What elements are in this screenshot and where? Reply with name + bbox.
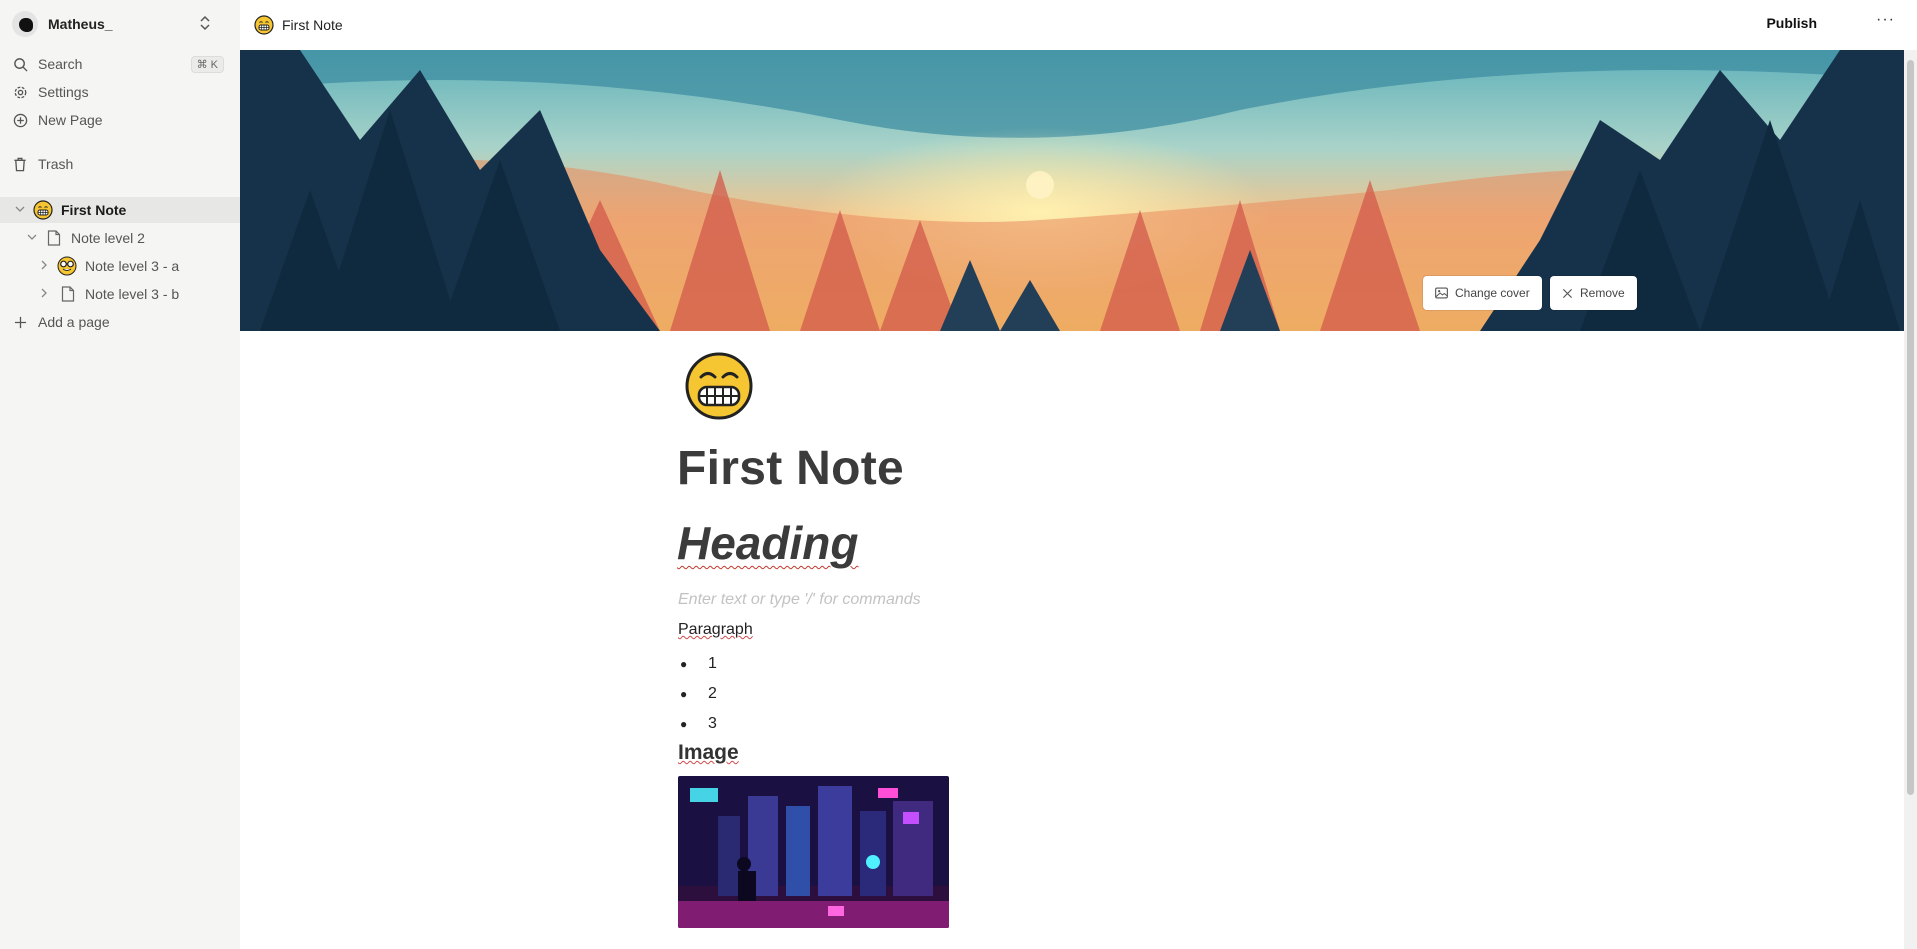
close-icon: [1562, 288, 1573, 298]
list-item-text: 3: [708, 715, 717, 732]
document-icon: [61, 286, 75, 302]
paragraph-block[interactable]: Paragraph: [678, 621, 753, 639]
add-page-button[interactable]: Add a page: [12, 310, 228, 334]
breadcrumb-title: First Note: [282, 17, 343, 33]
image-icon: [1435, 287, 1448, 299]
list-item-text: 1: [708, 655, 717, 672]
publish-button[interactable]: Publish: [1766, 15, 1817, 31]
cyberpunk-city-illustration: [678, 776, 949, 928]
plus-icon: [12, 314, 28, 330]
page-emoji-icon[interactable]: [684, 351, 754, 421]
chevron-down-icon[interactable]: [13, 205, 27, 216]
grinning-emoji-icon: [33, 200, 53, 220]
trash-button[interactable]: Trash: [12, 152, 228, 176]
cover-image: Change cover Remove: [240, 50, 1904, 331]
trash-label: Trash: [38, 156, 74, 172]
embedded-image[interactable]: [678, 776, 949, 928]
search-button[interactable]: Search ⌘ K: [12, 52, 228, 76]
breadcrumb[interactable]: First Note: [254, 15, 343, 35]
forest-sunset-illustration: [240, 50, 1904, 331]
scrollbar-thumb[interactable]: [1907, 60, 1914, 795]
scrollbar[interactable]: [1904, 50, 1917, 949]
chevron-right-icon[interactable]: [37, 260, 51, 273]
grinning-emoji-icon: [254, 15, 274, 35]
settings-label: Settings: [38, 84, 89, 100]
new-page-label: New Page: [38, 112, 103, 128]
more-options-button[interactable]: ···: [1876, 11, 1895, 29]
user-switcher[interactable]: Matheus_: [12, 10, 212, 38]
sidebar-item-label: Note level 3 - a: [85, 258, 180, 274]
nerd-face-emoji-icon: [57, 256, 77, 276]
plus-circle-icon: [12, 112, 28, 128]
remove-cover-label: Remove: [1580, 286, 1625, 300]
search-label: Search: [38, 56, 83, 72]
bullet-list: ● 1 ● 2 ● 3: [678, 649, 717, 739]
sidebar-item-note-level-2[interactable]: Note level 2: [0, 225, 240, 251]
sidebar-item-label: Note level 2: [71, 230, 145, 246]
sidebar-item-label: First Note: [61, 202, 127, 218]
trash-icon: [12, 156, 28, 172]
list-item[interactable]: ● 1: [678, 649, 717, 679]
chevron-up-down-icon: [198, 15, 212, 33]
remove-cover-button[interactable]: Remove: [1550, 276, 1637, 310]
sidebar-item-note-level-3-a[interactable]: Note level 3 - a: [0, 253, 240, 279]
list-item[interactable]: ● 3: [678, 709, 717, 739]
settings-button[interactable]: Settings: [12, 80, 228, 104]
image-heading-block[interactable]: Image: [678, 741, 739, 765]
user-name: Matheus_: [48, 16, 113, 32]
list-item-text: 2: [708, 685, 717, 702]
change-cover-button[interactable]: Change cover: [1423, 276, 1542, 310]
search-icon: [12, 56, 28, 72]
sidebar-item-label: Note level 3 - b: [85, 286, 180, 302]
search-shortcut: ⌘ K: [190, 55, 224, 73]
sidebar: Matheus_ Search ⌘ K Settings New Page Tr…: [0, 0, 240, 949]
document-icon: [47, 230, 61, 246]
list-item[interactable]: ● 2: [678, 679, 717, 709]
sidebar-item-note-level-3-b[interactable]: Note level 3 - b: [0, 281, 240, 307]
chevron-down-icon[interactable]: [25, 233, 39, 244]
topbar: First Note Publish ···: [240, 0, 1917, 50]
heading-block[interactable]: Heading: [677, 516, 858, 570]
sidebar-item-first-note[interactable]: First Note: [0, 197, 240, 223]
add-page-label: Add a page: [38, 314, 110, 330]
page-title[interactable]: First Note: [677, 441, 904, 496]
new-page-button[interactable]: New Page: [12, 108, 228, 132]
empty-block-placeholder[interactable]: Enter text or type '/' for commands: [678, 591, 921, 609]
change-cover-label: Change cover: [1455, 286, 1530, 300]
gear-icon: [12, 84, 28, 100]
chevron-right-icon[interactable]: [37, 288, 51, 301]
avatar: [12, 11, 38, 37]
